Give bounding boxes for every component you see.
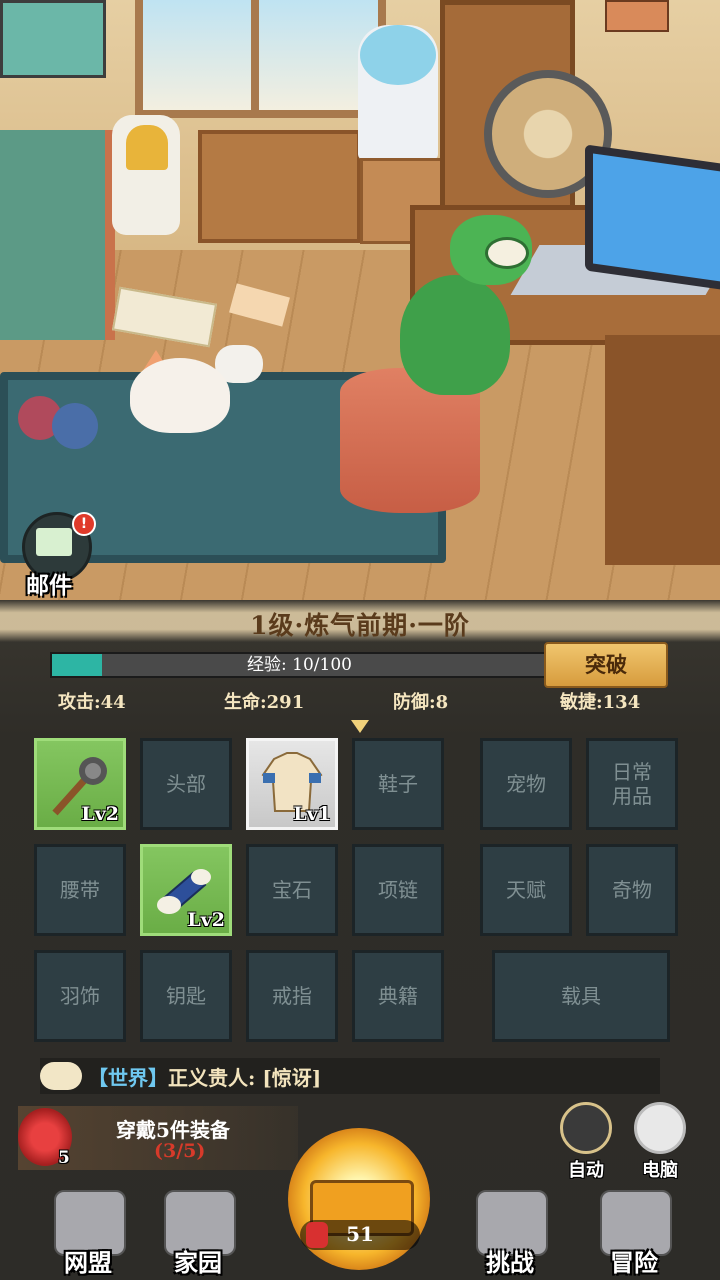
slot-gem[interactable]: 宝石 — [246, 844, 338, 936]
slot-vehicle[interactable]: 载具 — [492, 950, 670, 1042]
slot-level: Lv1 — [293, 803, 331, 825]
exp-bar: 经验: 10/100 — [50, 652, 549, 678]
nav-label: 网盟 — [64, 1248, 112, 1277]
desk-cabinet — [605, 335, 720, 565]
nav-label: 冒险 — [610, 1248, 658, 1277]
reward-count: 5 — [58, 1148, 70, 1168]
stat-agility: 敏捷:134 — [560, 692, 641, 713]
breakthrough-button[interactable]: 突破 — [544, 642, 668, 688]
slot-label: 鞋子 — [378, 772, 418, 796]
wall-shelf — [198, 130, 361, 243]
toilet-seat — [126, 125, 168, 170]
slot-label: 戒指 — [272, 984, 312, 1008]
energy-counter: 51 — [300, 1220, 420, 1250]
slot-book[interactable]: 典籍 — [352, 950, 444, 1042]
world-chat-bar[interactable]: 【世界】正义贵人: [惊讶] — [40, 1058, 660, 1094]
energy-count: 51 — [346, 1222, 374, 1246]
mail-label: 邮件 — [26, 572, 72, 599]
quest-progress: (3/5) — [154, 1140, 206, 1162]
slot-label: 载具 — [561, 984, 601, 1008]
wall-poster — [605, 0, 669, 32]
exp-text: 经验: 10/100 — [52, 654, 547, 676]
stats-row: 攻击:44 生命:291 防御:8 敏捷:134 — [0, 688, 720, 716]
slot-talent[interactable]: 天赋 — [480, 844, 572, 936]
auto-button[interactable]: 自动 — [556, 1102, 616, 1182]
slot-curio[interactable]: 奇物 — [586, 844, 678, 936]
stat-hp: 生命:291 — [224, 692, 305, 713]
nav-label: 家园 — [174, 1248, 222, 1277]
slot-label: 宠物 — [506, 772, 546, 796]
slot-label: 腰带 — [60, 878, 100, 902]
stat-attack: 攻击:44 — [58, 692, 126, 713]
slot-label: 头部 — [166, 772, 206, 796]
anime-poster — [0, 0, 106, 78]
envelope-icon — [36, 528, 72, 556]
auto-label: 自动 — [568, 1160, 604, 1181]
pc-button[interactable]: 电脑 — [630, 1102, 690, 1182]
mail-alert-badge: ! — [72, 512, 96, 536]
slot-label: 宝石 — [272, 878, 312, 902]
yarn-ball-blue — [52, 403, 98, 449]
character-panel: 1级·炼气前期·一阶 经验: 10/100 突破 攻击:44 生命:291 防御… — [0, 600, 720, 1280]
frog-character[interactable] — [400, 215, 565, 420]
quest-title: 穿戴5件装备 — [116, 1118, 230, 1142]
slot-bracer[interactable]: Lv2 — [140, 844, 232, 936]
quest-tracker[interactable]: 5 穿戴5件装备 (3/5) — [18, 1106, 298, 1170]
frog-eye — [485, 237, 529, 269]
slot-head[interactable]: 头部 — [140, 738, 232, 830]
mail-button[interactable]: ! 邮件 — [20, 512, 96, 602]
nav-label: 挑战 — [486, 1248, 534, 1277]
computer-icon — [634, 1102, 686, 1154]
chat-channel: 【世界】 — [88, 1066, 168, 1090]
slot-label: 项链 — [378, 878, 418, 902]
chat-bubble-icon — [40, 1062, 82, 1090]
pc-label: 电脑 — [642, 1160, 678, 1181]
chat-message: 正义贵人: [惊讶] — [168, 1066, 322, 1090]
nav-challenge[interactable]: 挑战 — [462, 1190, 558, 1280]
nav-home[interactable]: 家园 — [150, 1190, 246, 1280]
slot-feather[interactable]: 羽饰 — [34, 950, 126, 1042]
slot-key[interactable]: 钥匙 — [140, 950, 232, 1042]
nav-alliance[interactable]: 网盟 — [40, 1190, 136, 1280]
stat-defense: 防御:8 — [393, 692, 449, 713]
slot-label: 奇物 — [612, 878, 652, 902]
bed — [0, 130, 115, 340]
exp-value: 10/100 — [292, 655, 352, 675]
fish-bowl — [360, 25, 436, 85]
slot-label: 羽饰 — [60, 984, 100, 1008]
exp-label: 经验: — [247, 655, 287, 675]
arrow-down-icon — [351, 720, 369, 733]
slot-pet[interactable]: 宠物 — [480, 738, 572, 830]
slot-level: Lv2 — [81, 803, 119, 825]
nav-adventure[interactable]: 冒险 — [586, 1190, 682, 1280]
frog-body — [400, 275, 510, 395]
room-scene: ! 邮件 — [0, 0, 720, 640]
slot-label: 典籍 — [378, 984, 418, 1008]
slot-necklace[interactable]: 项链 — [352, 844, 444, 936]
slot-ring[interactable]: 戒指 — [246, 950, 338, 1042]
slot-daily-items[interactable]: 日常 用品 — [586, 738, 678, 830]
auto-icon — [560, 1102, 612, 1154]
slot-weapon[interactable]: Lv2 — [34, 738, 126, 830]
sleeping-cat[interactable] — [130, 358, 230, 433]
slot-shoes[interactable]: 鞋子 — [352, 738, 444, 830]
slot-label: 天赋 — [506, 878, 546, 902]
slot-belt[interactable]: 腰带 — [34, 844, 126, 936]
chat-text: 【世界】正义贵人: [惊讶] — [88, 1062, 321, 1091]
slot-label: 日常 用品 — [612, 760, 652, 808]
slot-label: 钥匙 — [166, 984, 206, 1008]
laptop-screen[interactable] — [585, 144, 720, 292]
slot-level: Lv2 — [187, 909, 225, 931]
window — [135, 0, 386, 118]
realm-title: 1级·炼气前期·一阶 — [250, 611, 470, 640]
slot-armor[interactable]: Lv1 — [246, 738, 338, 830]
